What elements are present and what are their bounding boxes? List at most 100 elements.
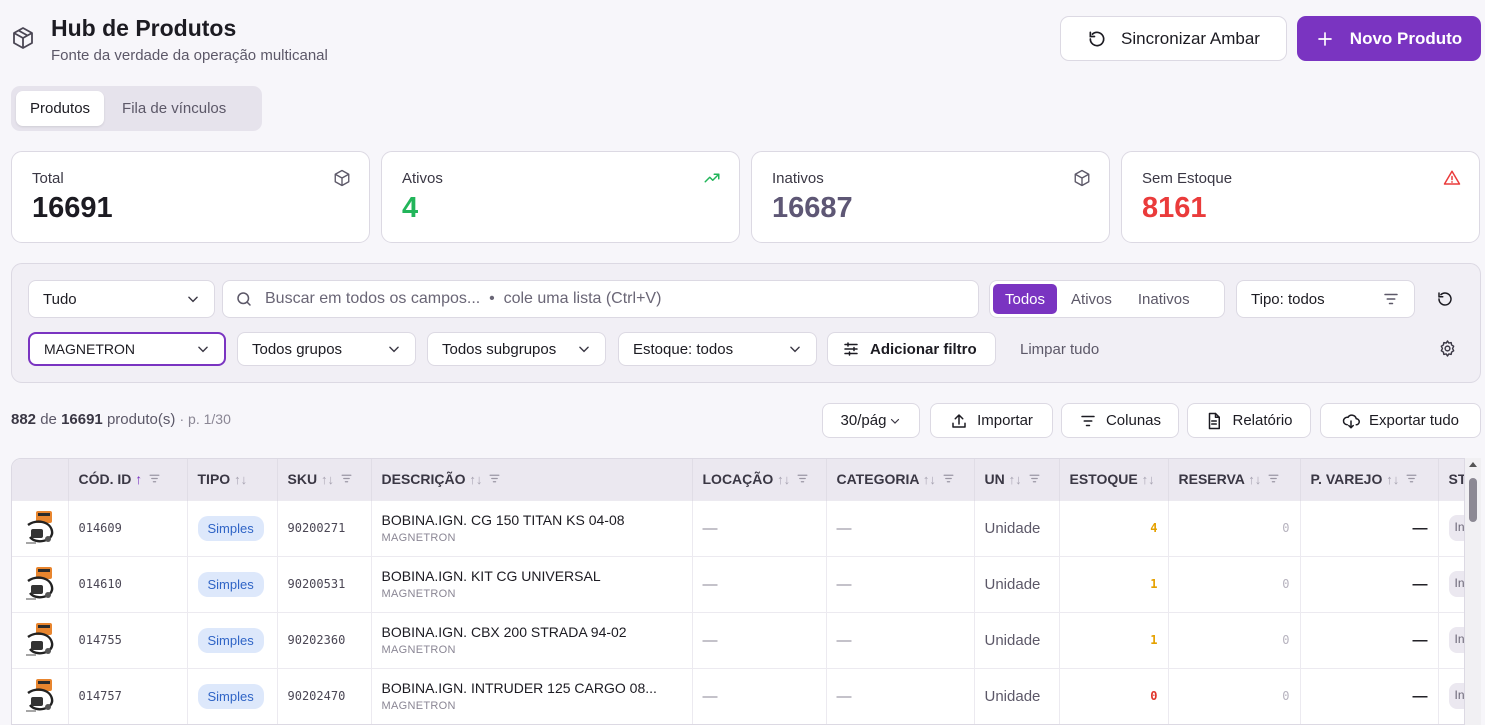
header-descricao[interactable]: DESCRIÇÃO ↑↓ <box>371 459 693 500</box>
import-button[interactable]: Importar <box>930 403 1053 438</box>
header-cod-id[interactable]: CÓD. ID ↑ <box>68 459 188 500</box>
status-badge: In <box>1448 571 1464 597</box>
product-description: BOBINA.IGN. INTRUDER 125 CARGO 08... <box>381 680 657 697</box>
page-subtitle: Fonte da verdade da operação multicanal <box>51 47 328 64</box>
cell-cod-id: 014609 <box>68 499 188 556</box>
cell-cod-id: 014757 <box>68 667 188 724</box>
sort-icon: ↑↓ <box>1386 471 1400 487</box>
cell-st: In <box>1438 667 1464 724</box>
header-st[interactable]: ST <box>1438 459 1464 500</box>
cell-descricao[interactable]: BOBINA.IGN. CG 150 TITAN KS 04-08 MAGNETR… <box>371 499 693 556</box>
add-filter-button[interactable]: Adicionar filtro <box>827 332 996 366</box>
cell-descricao[interactable]: BOBINA.IGN. INTRUDER 125 CARGO 08... MAGN… <box>371 667 693 724</box>
clear-all-link[interactable]: Limpar tudo <box>1020 341 1099 358</box>
warning-icon <box>1443 169 1461 187</box>
export-all-label: Exportar tudo <box>1368 412 1460 429</box>
grupos-select[interactable]: Todos grupos <box>237 332 416 366</box>
status-segment-todos[interactable]: Todos <box>993 284 1058 314</box>
header-label: P. VAREJO <box>1310 470 1383 487</box>
search-input[interactable]: Buscar em todos os campos... • cole uma … <box>222 280 979 318</box>
scope-select[interactable]: Tudo <box>28 280 215 318</box>
tipo-badge: Simples <box>197 627 264 653</box>
cell-reserva: 0 <box>1168 611 1301 668</box>
header-p-varejo[interactable]: P. VAREJO ↑↓ <box>1300 459 1439 500</box>
filter-lines-icon[interactable] <box>148 472 161 488</box>
sort-icon: ↑↓ <box>922 471 936 487</box>
header-estoque[interactable]: ESTOQUE ↑↓ <box>1059 459 1169 500</box>
header-label: ESTOQUE <box>1069 471 1138 488</box>
export-all-button[interactable]: Exportar tudo <box>1320 403 1481 438</box>
tipo-filter[interactable]: Tipo: todos <box>1236 280 1415 318</box>
header-locacao[interactable]: LOCAÇÃO ↑↓ <box>692 459 827 500</box>
view-tabs: Produtos Fila de vínculos <box>11 86 262 131</box>
header-tipo[interactable]: TIPO ↑↓ <box>187 459 278 500</box>
estoque-select[interactable]: Estoque: todos <box>618 332 817 366</box>
status-badge: In <box>1448 515 1464 541</box>
filter-lines-icon[interactable] <box>1028 472 1041 488</box>
gear-icon[interactable] <box>1438 339 1457 358</box>
sort-icon: ↑↓ <box>1008 471 1022 487</box>
filter-lines-icon[interactable] <box>796 472 809 488</box>
status-badge: In <box>1448 683 1464 710</box>
header-categoria[interactable]: CATEGORIA ↑↓ <box>826 459 975 500</box>
filter-lines-icon[interactable] <box>942 472 955 488</box>
page-title: Hub de Produtos <box>51 15 237 41</box>
filter-lines-icon[interactable] <box>488 472 501 488</box>
trending-up-icon <box>703 169 721 187</box>
filter-lines-icon[interactable] <box>1267 472 1280 488</box>
table-row[interactable]: 014610 Simples 90200531 BOBINA.IGN. KIT … <box>12 555 1464 612</box>
cell-locacao: — <box>692 611 827 668</box>
header-reserva[interactable]: RESERVA ↑↓ <box>1168 459 1301 500</box>
status-segment-ativos[interactable]: Ativos <box>1059 284 1124 314</box>
results-of: de <box>40 411 57 428</box>
table-scrollbar-thumb[interactable] <box>1469 478 1477 522</box>
product-description: BOBINA.IGN. CBX 200 STRADA 94-02 <box>381 624 627 640</box>
import-label: Importar <box>977 412 1033 429</box>
product-description: BOBINA.IGN. KIT CG UNIVERSAL <box>381 568 601 584</box>
sort-icon: ↑↓ <box>1248 471 1262 487</box>
filter-lines-icon[interactable] <box>340 472 353 488</box>
chevron-down-icon <box>577 342 591 356</box>
table-row[interactable]: 014609 Simples 90200271 BOBINA.IGN. CG 1… <box>12 499 1464 556</box>
subgrupos-select[interactable]: Todos subgrupos <box>427 332 606 366</box>
per-page-select[interactable]: 30/pág <box>822 403 920 438</box>
filter-lines-icon[interactable] <box>1405 472 1418 488</box>
cell-descricao[interactable]: BOBINA.IGN. CBX 200 STRADA 94-02 MAGNETRO… <box>371 611 693 668</box>
cell-un: Unidade <box>974 611 1060 668</box>
report-button[interactable]: Relatório <box>1187 403 1311 438</box>
cell-descricao[interactable]: BOBINA.IGN. KIT CG UNIVERSAL MAGNETRON <box>371 555 693 612</box>
chevron-down-icon <box>186 292 200 306</box>
stat-label: Ativos <box>402 170 443 187</box>
new-product-button[interactable]: Novo Produto <box>1297 16 1481 61</box>
plus-icon <box>1316 30 1334 48</box>
header-label: SKU <box>287 470 318 487</box>
stat-card-inativos: Inativos 16687 <box>751 151 1110 243</box>
scroll-up-arrow-icon[interactable] <box>1469 462 1477 467</box>
add-filter-label: Adicionar filtro <box>870 340 977 358</box>
sort-icon: ↑↓ <box>777 471 791 487</box>
cell-tipo: Simples <box>187 611 278 668</box>
stat-card-ativos: Ativos 4 <box>381 151 740 243</box>
header-image <box>12 459 69 500</box>
header-sku[interactable]: SKU ↑↓ <box>277 459 372 500</box>
sort-icon: ↑↓ <box>1141 472 1155 488</box>
table-row[interactable]: 014755 Simples 90202360 BOBINA.IGN. CBX … <box>12 611 1464 668</box>
tab-produtos[interactable]: Produtos <box>16 91 105 126</box>
cell-un: Unidade <box>974 499 1060 556</box>
sync-ambar-button[interactable]: Sincronizar Ambar <box>1060 16 1287 61</box>
tab-fila-de-vinculos[interactable]: Fila de vínculos <box>108 91 240 126</box>
brand-select[interactable]: MAGNETRON <box>28 332 226 366</box>
upload-icon <box>950 412 968 430</box>
reset-filters-icon[interactable] <box>1436 290 1454 308</box>
columns-button[interactable]: Colunas <box>1061 403 1179 438</box>
sort-icon: ↑↓ <box>234 472 248 488</box>
ignition-coil-image <box>22 565 58 603</box>
cell-reserva: 0 <box>1168 667 1301 724</box>
status-segment-inativos[interactable]: Inativos <box>1126 284 1202 314</box>
cell-locacao: — <box>692 667 827 724</box>
header-un[interactable]: UN ↑↓ <box>974 459 1060 500</box>
stat-label: Sem Estoque <box>1142 170 1233 187</box>
results-suffix: produto(s) <box>106 411 176 428</box>
cell-sku: 90200271 <box>277 499 372 556</box>
table-row[interactable]: 014757 Simples 90202470 BOBINA.IGN. INTR… <box>12 667 1464 724</box>
